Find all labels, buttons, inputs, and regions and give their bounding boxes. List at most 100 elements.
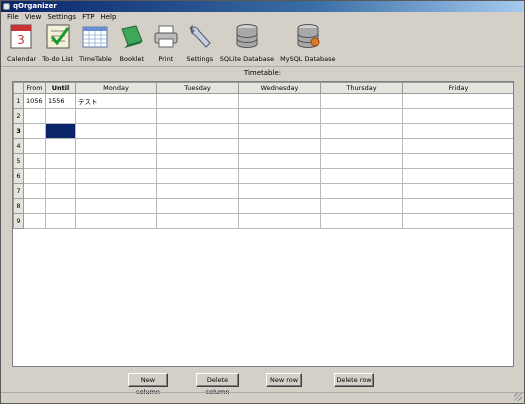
row-header[interactable]: 3 [13,123,24,139]
table-cell[interactable] [23,108,46,124]
row-header[interactable]: 5 [13,153,24,169]
table-cell[interactable] [23,213,46,229]
table-cell[interactable] [402,138,513,154]
table-cell[interactable] [402,183,513,199]
table-cell[interactable] [75,138,157,154]
table-cell[interactable] [75,168,157,184]
table-cell[interactable] [402,123,513,139]
table-cell[interactable] [45,153,76,169]
table-cell[interactable] [402,153,513,169]
table-cell[interactable] [75,183,157,199]
toolbar-timetable-button[interactable]: TimeTable [79,22,112,63]
table-cell[interactable] [23,183,46,199]
table-cell[interactable] [238,183,321,199]
toolbar-settings-button[interactable]: Settings [186,22,214,63]
table-cell[interactable]: 1556 [45,93,76,109]
row-header[interactable]: 8 [13,198,24,214]
row-header[interactable]: 7 [13,183,24,199]
column-header[interactable]: From [23,82,46,94]
table-cell[interactable] [238,93,321,109]
menu-settings[interactable]: Settings [44,12,79,22]
table-cell[interactable] [156,123,239,139]
table-cell[interactable] [156,198,239,214]
table-cell[interactable] [238,153,321,169]
table-cell[interactable] [156,213,239,229]
toolbar-todo-button[interactable]: To-do List [42,22,73,63]
table-cell[interactable] [238,213,321,229]
table-cell[interactable] [320,153,403,169]
column-header[interactable]: Thursday [320,82,403,94]
menu-view[interactable]: View [22,12,45,22]
column-header[interactable]: Friday [402,82,513,94]
table-cell[interactable] [402,108,513,124]
table-cell[interactable] [75,213,157,229]
row-header[interactable]: 2 [13,108,24,124]
table-cell[interactable] [156,153,239,169]
table-cell[interactable] [320,213,403,229]
table-cell[interactable] [45,213,76,229]
row-header[interactable]: 1 [13,93,24,109]
delete-column-button[interactable]: Delete column [196,373,239,396]
table-cell[interactable] [320,198,403,214]
table-cell[interactable] [320,108,403,124]
menu-file[interactable]: File [4,12,22,22]
table-cell[interactable] [402,198,513,214]
table-cell[interactable]: テスト [75,93,157,109]
table-cell[interactable] [23,123,46,139]
column-header[interactable]: Tuesday [156,82,239,94]
table-cell[interactable] [156,138,239,154]
column-header[interactable]: Monday [75,82,157,94]
table-cell[interactable] [23,138,46,154]
toolbar-mysql-button[interactable]: MySQL Database [280,22,336,63]
table-cell[interactable] [45,138,76,154]
table-cell[interactable] [45,168,76,184]
table-cell[interactable] [402,168,513,184]
menu-ftp[interactable]: FTP [79,12,97,22]
table-cell[interactable] [320,123,403,139]
table-cell[interactable] [156,168,239,184]
table-cell[interactable] [156,108,239,124]
table-cell[interactable] [238,198,321,214]
row-header[interactable]: 6 [13,168,24,184]
new-row-button[interactable]: New row [266,373,302,387]
title-bar[interactable]: qOrganizer [1,1,524,12]
corner-cell[interactable] [13,82,24,94]
table-cell[interactable] [23,198,46,214]
row-header[interactable]: 4 [13,138,24,154]
table-cell[interactable] [238,108,321,124]
timetable-grid[interactable]: From Until Monday Tuesday Wednesday Thur… [12,81,514,367]
table-cell[interactable] [320,138,403,154]
table-cell[interactable] [238,138,321,154]
table-cell[interactable] [45,123,76,139]
table-cell[interactable]: 1056 [23,93,46,109]
table-cell[interactable] [23,168,46,184]
table-cell[interactable] [238,168,321,184]
resize-grip-icon[interactable] [514,393,522,401]
table-cell[interactable] [402,93,513,109]
menu-help[interactable]: Help [97,12,119,22]
table-cell[interactable] [156,93,239,109]
new-column-button[interactable]: New column [128,373,168,396]
column-header[interactable]: Wednesday [238,82,321,94]
table-cell[interactable] [75,108,157,124]
delete-row-button[interactable]: Delete row [334,373,374,387]
toolbar-calendar-button[interactable]: 3 Calendar [7,22,36,63]
row-header[interactable]: 9 [13,213,24,229]
table-cell[interactable] [75,198,157,214]
table-cell[interactable] [45,183,76,199]
table-cell[interactable] [156,183,239,199]
table-cell[interactable] [238,123,321,139]
table-cell[interactable] [320,183,403,199]
table-cell[interactable] [23,153,46,169]
column-header[interactable]: Until [45,82,76,94]
table-cell[interactable] [402,213,513,229]
table-cell[interactable] [75,153,157,169]
toolbar-print-button[interactable]: Print [152,22,180,63]
table-cell[interactable] [45,198,76,214]
table-cell[interactable] [320,168,403,184]
toolbar-booklet-button[interactable]: Booklet [118,22,146,63]
table-cell[interactable] [45,108,76,124]
table-cell[interactable] [320,93,403,109]
toolbar-sqlite-button[interactable]: SQLite Database [220,22,274,63]
table-cell[interactable] [75,123,157,139]
